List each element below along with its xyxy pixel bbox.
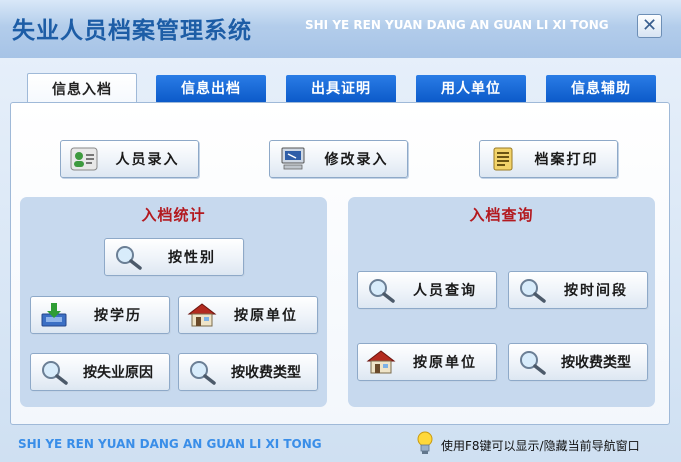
print-archive-label: 档案打印 <box>534 152 599 168</box>
house-icon <box>187 303 217 327</box>
stats-by-gender-label: 按性别 <box>168 250 216 266</box>
lightbulb-icon <box>417 431 433 454</box>
stats-by-gender-button[interactable]: 按性别 <box>104 238 244 276</box>
stats-by-original-unit-label: 按原单位 <box>234 308 298 324</box>
magnifier-icon <box>520 351 546 375</box>
modify-entry-label: 修改录入 <box>324 152 389 168</box>
stats-by-education-button[interactable]: 按学历 <box>30 296 170 334</box>
magnifier-icon <box>369 279 395 303</box>
footer-pinyin: SHI YE REN YUAN DANG AN GUAN LI XI TONG <box>18 437 322 451</box>
stats-by-original-unit-button[interactable]: 按原单位 <box>178 296 318 334</box>
query-by-original-unit-label: 按原单位 <box>413 355 477 371</box>
person-entry-button[interactable]: 人员录入 <box>60 140 199 178</box>
house-icon <box>366 350 396 374</box>
query-person-label: 人员查询 <box>413 283 477 299</box>
inbox-download-icon <box>41 303 67 327</box>
close-button[interactable]: ✕ <box>637 14 662 38</box>
app-title: 失业人员档案管理系统 <box>12 18 252 44</box>
archive-query-title: 入档查询 <box>469 206 534 224</box>
stats-by-unemployment-reason-label: 按失业原因 <box>83 365 153 381</box>
magnifier-icon <box>190 361 216 385</box>
query-by-fee-type-label: 按收费类型 <box>561 355 631 371</box>
tab-info-assist[interactable]: 信息辅助 <box>546 75 656 103</box>
query-by-fee-type-button[interactable]: 按收费类型 <box>508 343 648 381</box>
query-by-original-unit-button[interactable]: 按原单位 <box>357 343 497 381</box>
magnifier-icon <box>42 361 68 385</box>
person-entry-label: 人员录入 <box>115 152 180 168</box>
stats-by-unemployment-reason-button[interactable]: 按失业原因 <box>30 353 170 391</box>
footer-hint: 使用F8键可以显示/隐藏当前导航窗口 <box>441 439 640 453</box>
print-archive-button[interactable]: 档案打印 <box>479 140 618 178</box>
app-window: 失业人员档案管理系统 SHI YE REN YUAN DANG AN GUAN … <box>0 0 681 462</box>
tab-bar: 信息入档 信息出档 出具证明 用人单位 信息辅助 <box>0 70 681 106</box>
stats-by-fee-type-label: 按收费类型 <box>231 365 301 381</box>
query-by-time-period-button[interactable]: 按时间段 <box>508 271 648 309</box>
person-card-icon <box>70 147 98 171</box>
tab-employer[interactable]: 用人单位 <box>416 75 526 103</box>
query-by-time-period-label: 按时间段 <box>564 283 628 299</box>
app-subtitle-pinyin: SHI YE REN YUAN DANG AN GUAN LI XI TONG <box>305 18 609 32</box>
magnifier-icon <box>116 246 142 270</box>
title-bar: 失业人员档案管理系统 SHI YE REN YUAN DANG AN GUAN … <box>0 0 681 58</box>
tab-info-exit[interactable]: 信息出档 <box>156 75 266 103</box>
stats-by-fee-type-button[interactable]: 按收费类型 <box>178 353 318 391</box>
modify-entry-button[interactable]: 修改录入 <box>269 140 408 178</box>
archive-stats-title: 入档统计 <box>141 206 206 224</box>
computer-icon <box>281 147 305 170</box>
query-person-button[interactable]: 人员查询 <box>357 271 497 309</box>
magnifier-icon <box>520 279 546 303</box>
stats-by-education-label: 按学历 <box>94 308 142 324</box>
close-icon: ✕ <box>641 15 658 36</box>
tab-issue-certificate[interactable]: 出具证明 <box>286 75 396 103</box>
document-scroll-icon <box>493 147 513 171</box>
